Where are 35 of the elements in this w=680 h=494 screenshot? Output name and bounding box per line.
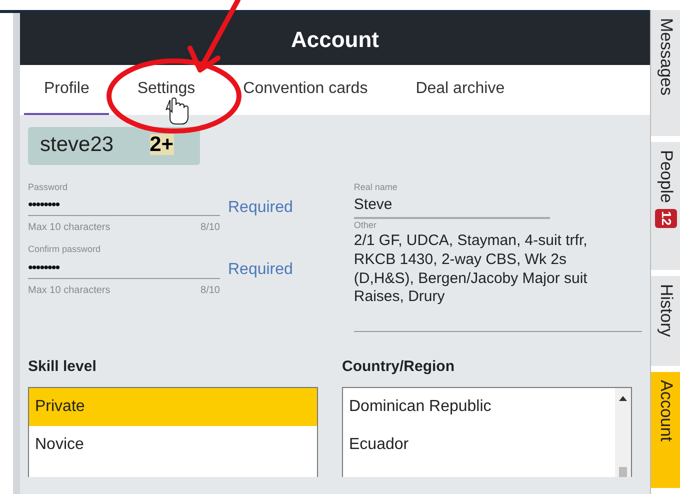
real-name-field[interactable]: Steve — [354, 194, 550, 218]
side-tab[interactable]: Account — [651, 372, 680, 488]
required-label: Required — [228, 260, 293, 280]
field-label: Real name — [354, 180, 398, 194]
username: steve23 — [40, 132, 114, 158]
side-tab[interactable]: People 12 — [651, 142, 680, 270]
field-label: Confirm password — [28, 243, 102, 256]
rank-badge: 2+ — [150, 134, 174, 156]
list-option[interactable]: Dominican Republic — [343, 388, 615, 426]
list-option[interactable]: Novice — [29, 426, 317, 464]
tab[interactable]: Settings — [117, 65, 216, 115]
password-field[interactable]: •••••••• — [28, 256, 220, 278]
character-counter: 8/10 — [200, 221, 220, 235]
scroll-up-icon[interactable] — [619, 396, 627, 400]
password-field[interactable]: •••••••• — [28, 194, 220, 216]
count-badge: 12 — [655, 209, 677, 228]
field-label: Password — [28, 180, 69, 194]
field-hint: Max 10 characters — [28, 284, 110, 298]
list-option[interactable]: Private — [29, 388, 317, 426]
tab[interactable]: Convention cards — [223, 65, 388, 115]
skill-level-list[interactable]: Private Novice — [28, 386, 318, 476]
side-tab[interactable]: Messages — [651, 10, 680, 136]
section-label: Skill level — [28, 357, 98, 377]
country-list[interactable]: Dominican Republic Ecuador — [342, 386, 632, 476]
field-label: Other — [354, 218, 378, 232]
list-option[interactable]: Ecuador — [343, 426, 615, 464]
panel-title: Account — [20, 13, 650, 65]
tab[interactable]: Deal archive — [396, 65, 525, 115]
character-counter: 8/10 — [200, 284, 220, 298]
field-hint: Max 10 characters — [28, 221, 110, 235]
other-field[interactable]: 2/1 GF, UDCA, Stayman, 4-suit trfr, RKCB 1430, 2-way CBS, Wk 2s (D,H&S), Bergen/Jacoby Major suit Raises, Drury — [354, 232, 626, 307]
required-label: Required — [228, 198, 293, 218]
scrollbar-thumb[interactable] — [619, 466, 627, 476]
side-tab[interactable]: History — [651, 276, 680, 366]
section-label: Country/Region — [342, 357, 456, 377]
